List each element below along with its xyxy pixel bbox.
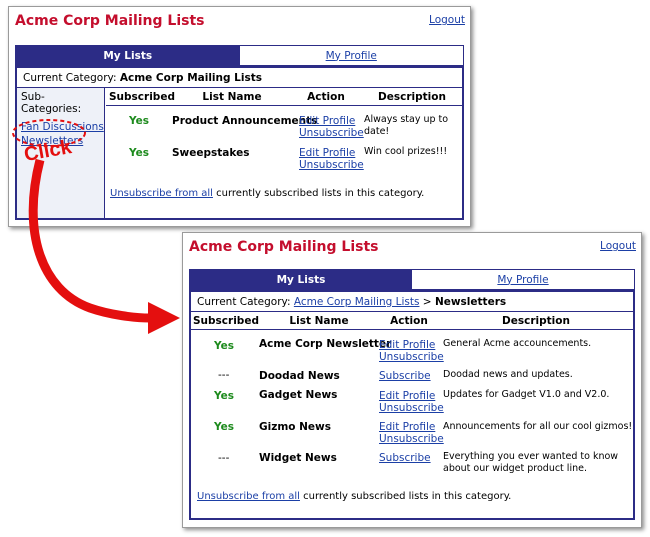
footer-note: Unsubscribe from all currently subscribe… — [197, 491, 511, 502]
edit-profile-link[interactable]: Edit Profile — [379, 390, 444, 402]
subscribed-status: Yes — [129, 115, 150, 127]
col-list-name: List Name — [202, 91, 262, 103]
list-name: Acme Corp Newsletter — [259, 338, 392, 350]
list-name: Product Announcements — [172, 115, 318, 127]
row-actions: Edit Profile Unsubscribe — [379, 390, 444, 414]
list-name: Doodad News — [259, 370, 340, 382]
subscribed-status: Yes — [214, 390, 235, 402]
col-description: Description — [378, 91, 446, 103]
list-description: Everything you ever wanted to know about… — [443, 451, 619, 474]
tab-my-profile[interactable]: My Profile — [239, 46, 463, 65]
category-name: Acme Corp Mailing Lists — [119, 71, 262, 84]
list-name: Widget News — [259, 452, 337, 464]
col-subscribed: Subscribed — [193, 315, 259, 327]
unsubscribe-link[interactable]: Unsubscribe — [379, 351, 444, 363]
list-description: Win cool prizes!!! — [364, 146, 448, 157]
subscribed-status: Yes — [129, 147, 150, 159]
list-description: Updates for Gadget V1.0 and V2.0. — [443, 389, 610, 400]
subscribed-status: --- — [218, 452, 230, 464]
list-description: Always stay up to date! — [364, 114, 449, 137]
content-frame: Current Category: Acme Corp Mailing List… — [15, 66, 464, 220]
edit-profile-link[interactable]: Edit Profile — [379, 421, 444, 433]
list-name: Sweepstakes — [172, 147, 250, 159]
subscribe-link[interactable]: Subscribe — [379, 452, 431, 464]
list-name: Gadget News — [259, 389, 338, 401]
app-title: Acme Corp Mailing Lists — [15, 13, 205, 29]
category-label: Current Category: — [23, 71, 117, 84]
category-current: Newsletters — [434, 295, 507, 308]
list-description: Doodad news and updates. — [443, 369, 573, 380]
after-window: Acme Corp Mailing Lists Logout My Lists … — [182, 232, 642, 528]
row-actions: Edit Profile Unsubscribe — [379, 421, 444, 445]
footer-text: currently subscribed lists in this categ… — [212, 188, 425, 199]
col-description: Description — [502, 315, 570, 327]
current-category-bar: Current Category: Acme Corp Mailing List… — [191, 292, 633, 312]
edit-profile-link[interactable]: Edit Profile — [379, 339, 444, 351]
row-actions: Edit Profile Unsubscribe — [299, 115, 364, 139]
flow-arrowhead — [148, 302, 180, 334]
subscribed-status: --- — [218, 369, 230, 381]
subscribe-link[interactable]: Subscribe — [379, 370, 431, 382]
subcategories-label: Sub-Categories: — [21, 91, 82, 115]
tab-my-lists[interactable]: My Lists — [16, 46, 240, 65]
unsubscribe-link[interactable]: Unsubscribe — [379, 402, 444, 414]
list-name: Gizmo News — [259, 421, 331, 433]
tab-bar: My Lists My Profile — [15, 45, 464, 66]
subscribed-status: Yes — [214, 340, 235, 352]
footer-text: currently subscribed lists in this categ… — [299, 491, 512, 502]
breadcrumb-separator: > — [419, 295, 435, 308]
unsubscribe-link[interactable]: Unsubscribe — [379, 433, 444, 445]
category-label: Current Category: — [197, 295, 291, 308]
before-window: Acme Corp Mailing Lists Logout My Lists … — [8, 6, 471, 227]
tab-my-lists[interactable]: My Lists — [190, 270, 412, 289]
subscribed-status: Yes — [214, 421, 235, 433]
edit-profile-link[interactable]: Edit Profile — [299, 115, 364, 127]
row-actions: Subscribe — [379, 370, 431, 382]
footer-note: Unsubscribe from all currently subscribe… — [110, 188, 424, 199]
col-list-name: List Name — [289, 315, 349, 327]
tab-bar: My Lists My Profile — [189, 269, 635, 290]
row-actions: Edit Profile Unsubscribe — [379, 339, 444, 363]
list-description: Announcements for all our cool gizmos! — [443, 421, 633, 432]
current-category-bar: Current Category: Acme Corp Mailing List… — [17, 68, 462, 88]
unsubscribe-all-link[interactable]: Unsubscribe from all — [197, 491, 300, 502]
row-actions: Subscribe — [379, 452, 431, 464]
col-subscribed: Subscribed — [109, 91, 175, 103]
logout-link[interactable]: Logout — [429, 14, 465, 26]
unsubscribe-link[interactable]: Unsubscribe — [299, 159, 364, 171]
col-action: Action — [390, 315, 428, 327]
tab-my-profile[interactable]: My Profile — [412, 270, 634, 289]
row-actions: Edit Profile Unsubscribe — [299, 147, 364, 171]
content-frame: Current Category: Acme Corp Mailing List… — [189, 290, 635, 520]
logout-link[interactable]: Logout — [600, 240, 636, 252]
app-title: Acme Corp Mailing Lists — [189, 239, 379, 255]
edit-profile-link[interactable]: Edit Profile — [299, 147, 364, 159]
col-action: Action — [307, 91, 345, 103]
list-description: General Acme accouncements. — [443, 338, 592, 349]
subcategory-fan-discussions[interactable]: Fan Discussions — [21, 121, 104, 133]
unsubscribe-all-link[interactable]: Unsubscribe from all — [110, 188, 213, 199]
unsubscribe-link[interactable]: Unsubscribe — [299, 127, 364, 139]
category-breadcrumb-link[interactable]: Acme Corp Mailing Lists — [294, 296, 420, 308]
